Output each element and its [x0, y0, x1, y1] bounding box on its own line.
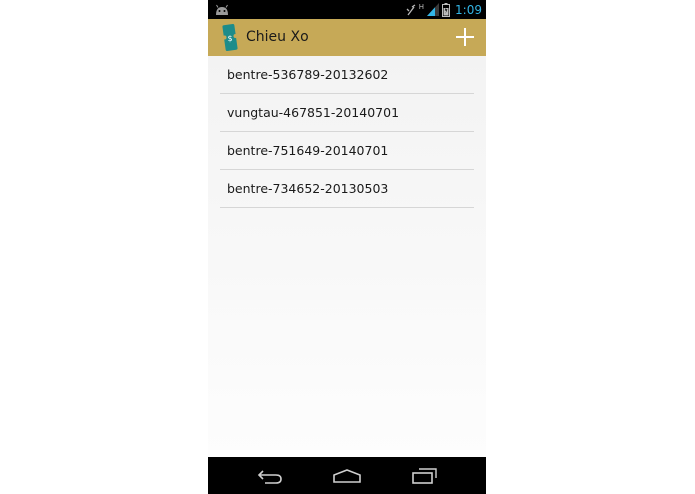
action-bar: $ Chieu Xo: [208, 19, 486, 56]
home-icon: [333, 468, 361, 483]
usb-icon: [406, 3, 416, 15]
navigation-bar: [208, 457, 486, 494]
signal-strength-icon: [427, 3, 440, 16]
list-item-label: vungtau-467851-20140701: [227, 105, 400, 120]
list-item[interactable]: bentre-734652-20130503: [220, 170, 474, 208]
list-item-label: bentre-734652-20130503: [227, 181, 389, 196]
network-type-label: H: [418, 3, 425, 11]
list-item[interactable]: bentre-751649-20140701: [220, 132, 474, 170]
list-item[interactable]: vungtau-467851-20140701: [220, 94, 474, 132]
ticket-list: bentre-536789-20132602 vungtau-467851-20…: [220, 56, 474, 208]
list-item-label: bentre-751649-20140701: [227, 143, 389, 158]
clock: 1:09: [455, 2, 482, 17]
add-button[interactable]: [450, 22, 480, 52]
ticket-logo-icon[interactable]: $: [221, 24, 239, 51]
logo-glyph: $: [227, 34, 232, 43]
back-button[interactable]: [240, 457, 300, 494]
plus-icon: [456, 28, 474, 46]
status-icons: H 1:09: [406, 0, 482, 19]
screenshot-canvas: H 1:09 $ Chieu Xo bentre-536789-20132602…: [0, 0, 695, 494]
battery-icon: [442, 2, 451, 17]
list-item-label: bentre-536789-20132602: [227, 67, 389, 82]
status-bar: H 1:09: [208, 0, 486, 19]
list-item[interactable]: bentre-536789-20132602: [220, 56, 474, 94]
app-title: Chieu Xo: [246, 29, 309, 45]
android-debug-icon: [216, 4, 228, 15]
phone-screen: H 1:09 $ Chieu Xo bentre-536789-20132602…: [208, 0, 486, 494]
recent-apps-icon: [412, 467, 437, 484]
recent-apps-button[interactable]: [394, 457, 454, 494]
back-icon: [257, 469, 282, 484]
content-area: bentre-536789-20132602 vungtau-467851-20…: [208, 56, 486, 457]
home-button[interactable]: [317, 457, 377, 494]
